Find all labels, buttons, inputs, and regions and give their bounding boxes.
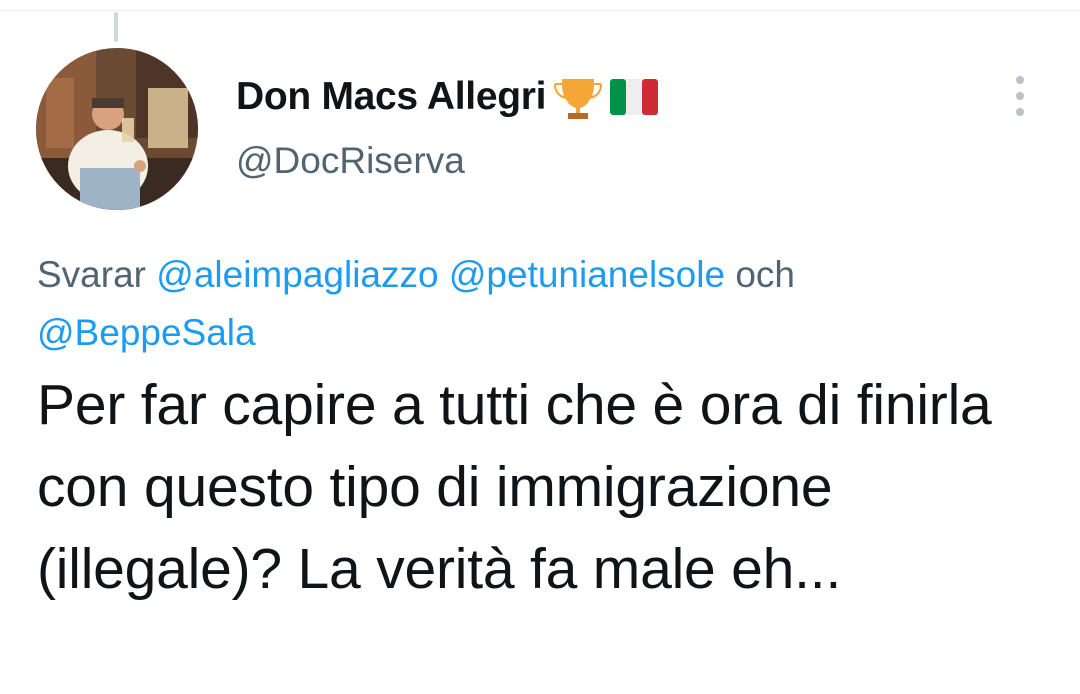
tweet-text: Per far capire a tutti che è ora di fini… bbox=[37, 373, 992, 601]
thread-connector-line bbox=[114, 12, 118, 42]
author-name-row[interactable]: Don Macs Allegri bbox=[236, 72, 659, 122]
mention-link[interactable]: @aleimpagliazzo bbox=[156, 254, 438, 295]
replying-to-label: Svarar bbox=[37, 254, 146, 295]
avatar-photo bbox=[36, 48, 198, 210]
more-vertical-icon bbox=[1016, 76, 1024, 116]
mention-link[interactable]: @BeppeSala bbox=[37, 312, 256, 353]
replying-to: Svarar @aleimpagliazzo @petunianelsole o… bbox=[37, 246, 1047, 362]
trophy-icon bbox=[554, 75, 603, 119]
mention-link[interactable]: @petunianelsole bbox=[449, 254, 725, 295]
author-avatar[interactable] bbox=[36, 48, 198, 210]
italy-flag-icon bbox=[610, 79, 659, 115]
replying-to-conjunction: och bbox=[735, 254, 795, 295]
more-options-button[interactable] bbox=[1004, 72, 1036, 122]
top-divider bbox=[0, 10, 1080, 11]
author-display-name: Don Macs Allegri bbox=[236, 75, 547, 118]
author-handle[interactable]: @DocRiserva bbox=[236, 140, 465, 182]
